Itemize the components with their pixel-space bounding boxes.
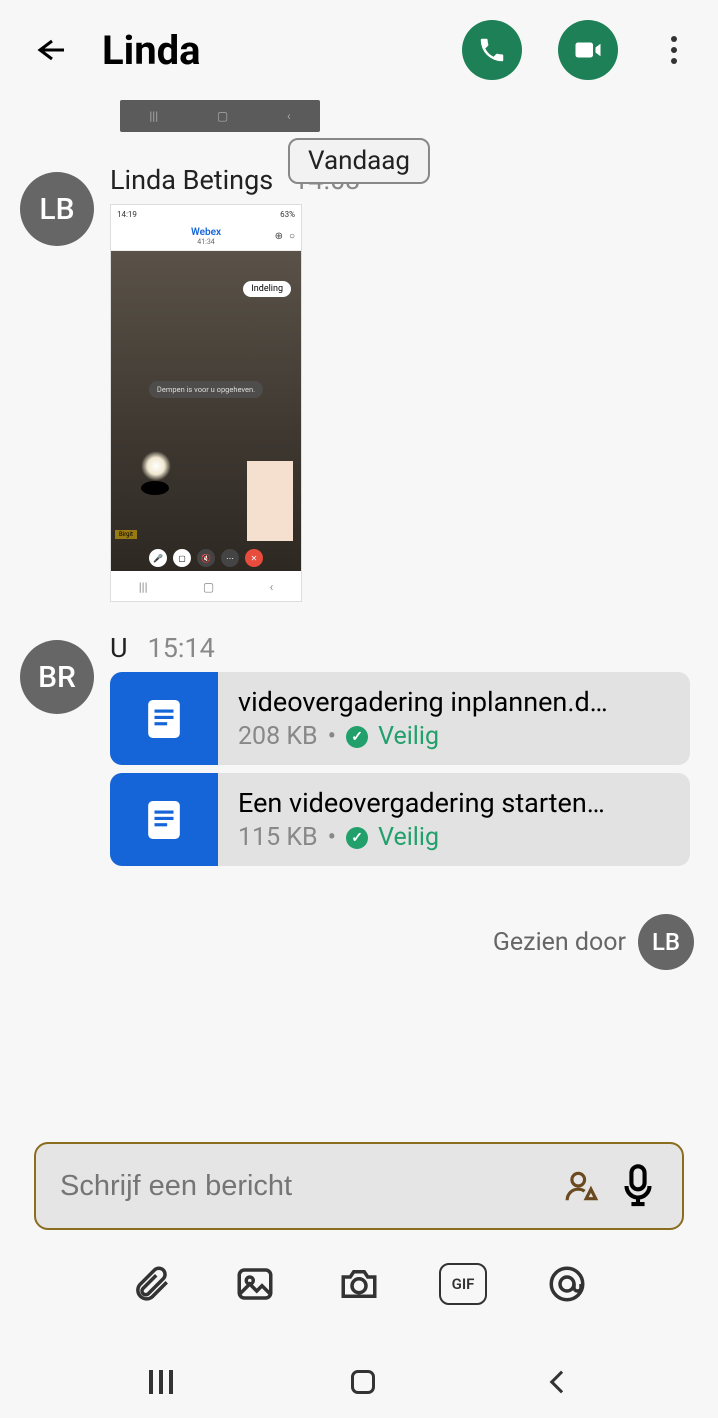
home-button[interactable]	[351, 1370, 375, 1394]
at-icon	[546, 1263, 588, 1305]
mention-button[interactable]	[541, 1258, 593, 1310]
seen-label: Gezien door	[493, 928, 626, 957]
file-attachment[interactable]: Een videovergadering starten… 115 KB • V…	[110, 773, 690, 866]
screenshot-call-controls: 🎤 ▢ 🔇 ⋯ ✕	[149, 549, 263, 567]
back-arrow-icon	[31, 32, 67, 68]
safe-label: Veilig	[378, 722, 439, 751]
camera-button[interactable]	[333, 1258, 385, 1310]
chevron-left-icon	[550, 1371, 573, 1394]
shared-screenshot[interactable]: 14:19 63% Webex 41:34 ⊕○ Indeling Dempen…	[110, 204, 302, 602]
photo-button[interactable]	[229, 1258, 281, 1310]
screenshot-app-header: Webex 41:34 ⊕○	[111, 223, 301, 251]
system-navbar	[0, 1346, 718, 1418]
attach-button[interactable]	[125, 1258, 177, 1310]
screenshot-layout-pill: Indeling	[243, 281, 291, 297]
check-icon	[346, 827, 368, 849]
message-row: BR U 15:14 videovergadering inplannen.d……	[0, 632, 718, 874]
message-time: 15:14	[148, 632, 215, 664]
document-icon	[110, 672, 218, 765]
file-name: videovergadering inplannen.d…	[238, 686, 670, 718]
phone-icon	[477, 35, 507, 65]
recents-icon	[149, 1370, 173, 1394]
back-button[interactable]	[24, 25, 74, 75]
more-vertical-icon	[671, 36, 677, 64]
microphone-icon[interactable]	[618, 1163, 658, 1209]
home-icon	[351, 1370, 375, 1394]
read-receipt: Gezien door LB	[0, 904, 718, 980]
screenshot-toast: Dempen is voor u opgeheven.	[149, 381, 263, 398]
avatar[interactable]: LB	[20, 172, 94, 246]
chat-header: Linda	[0, 0, 718, 100]
screenshot-body: Indeling Dempen is voor u opgeheven. 🎤 ▢…	[111, 251, 301, 571]
paperclip-icon	[130, 1263, 172, 1305]
previous-image-strip[interactable]: |||▢‹	[120, 100, 320, 132]
document-icon	[110, 773, 218, 866]
more-options-button[interactable]	[654, 30, 694, 70]
avatar[interactable]: BR	[20, 640, 94, 714]
file-size: 208 KB	[238, 722, 318, 751]
message-sender: Linda Betings	[110, 164, 273, 196]
video-icon	[573, 35, 603, 65]
gif-icon: GIF	[439, 1263, 487, 1305]
screenshot-navbar: |||▢‹	[111, 571, 301, 602]
mention-alert-icon[interactable]	[564, 1167, 602, 1205]
screenshot-statusbar: 14:19 63%	[111, 205, 301, 223]
seen-avatar[interactable]: LB	[638, 914, 694, 970]
video-call-button[interactable]	[558, 20, 618, 80]
message-composer[interactable]	[34, 1142, 684, 1230]
image-icon	[234, 1263, 276, 1305]
message-sender: U	[110, 632, 128, 664]
file-name: Een videovergadering starten…	[238, 787, 670, 819]
check-icon	[346, 726, 368, 748]
audio-call-button[interactable]	[462, 20, 522, 80]
file-size: 115 KB	[238, 823, 318, 852]
safe-label: Veilig	[378, 823, 439, 852]
message-input[interactable]	[60, 1170, 548, 1203]
recents-button[interactable]	[149, 1370, 173, 1394]
message-row: LB Linda Betings 14:03 14:19 63% Webex 4…	[0, 164, 718, 602]
date-divider: Vandaag	[288, 138, 430, 184]
camera-icon	[338, 1263, 380, 1305]
file-attachment[interactable]: videovergadering inplannen.d… 208 KB • V…	[110, 672, 690, 765]
contact-name[interactable]: Linda	[94, 23, 442, 78]
system-back-button[interactable]	[553, 1374, 569, 1390]
screenshot-pip	[247, 461, 293, 541]
gif-button[interactable]: GIF	[437, 1258, 489, 1310]
composer-toolbar: GIF	[34, 1258, 684, 1310]
